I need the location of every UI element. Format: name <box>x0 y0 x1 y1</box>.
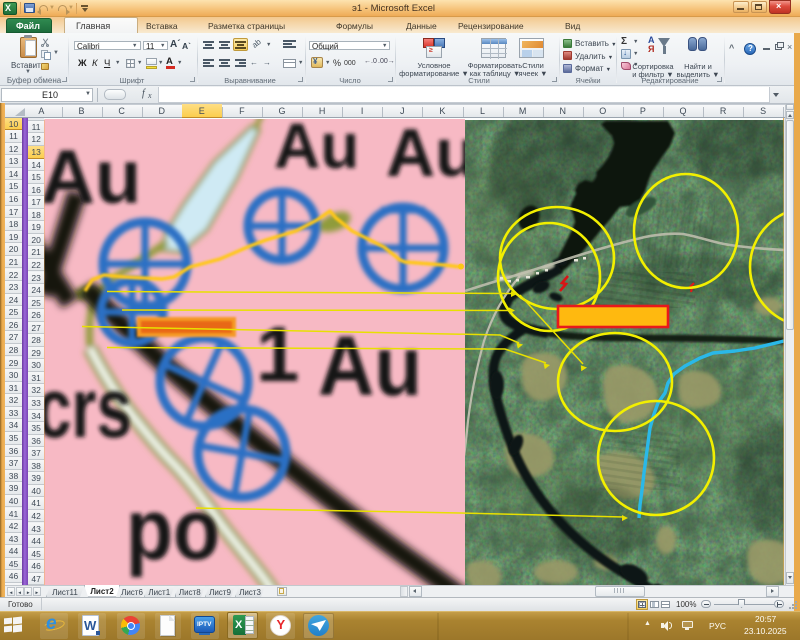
svg-text:Au: Au <box>40 135 141 220</box>
svg-text:Au: Au <box>274 110 359 182</box>
svg-text:Au: Au <box>386 115 477 191</box>
svg-text:po: po <box>126 482 220 578</box>
svg-text:crs: crs <box>36 361 132 455</box>
svg-text:1: 1 <box>256 310 299 398</box>
